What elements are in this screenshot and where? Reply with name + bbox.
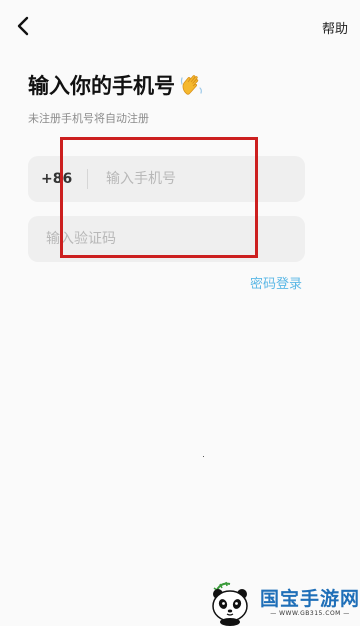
phone-input[interactable] xyxy=(104,170,305,188)
watermark-name: 国宝手游网 xyxy=(260,587,360,610)
page-title: 输入你的手机号 xyxy=(28,74,175,98)
back-button[interactable] xyxy=(12,14,36,38)
panda-logo-icon xyxy=(212,581,248,626)
help-link[interactable]: 帮助 xyxy=(322,18,348,37)
verification-code-input[interactable] xyxy=(28,230,305,248)
page-title-row: 输入你的手机号 xyxy=(28,70,205,100)
field-divider xyxy=(87,169,88,189)
phone-field: +86 xyxy=(28,156,305,202)
auto-register-hint: 未注册手机号将自动注册 xyxy=(28,112,149,125)
watermark: 国宝手游网 — WWW.GB315.COM — xyxy=(208,578,360,626)
country-code-selector[interactable]: +86 xyxy=(28,171,87,187)
watermark-text: 国宝手游网 — WWW.GB315.COM — xyxy=(260,588,360,617)
verification-code-field xyxy=(28,216,305,262)
waving-hand-icon xyxy=(180,75,202,95)
password-login-link[interactable]: 密码登录 xyxy=(250,273,302,292)
chevron-left-icon xyxy=(17,16,29,36)
watermark-url: — WWW.GB315.COM — xyxy=(270,609,350,617)
stray-dot xyxy=(203,456,204,457)
